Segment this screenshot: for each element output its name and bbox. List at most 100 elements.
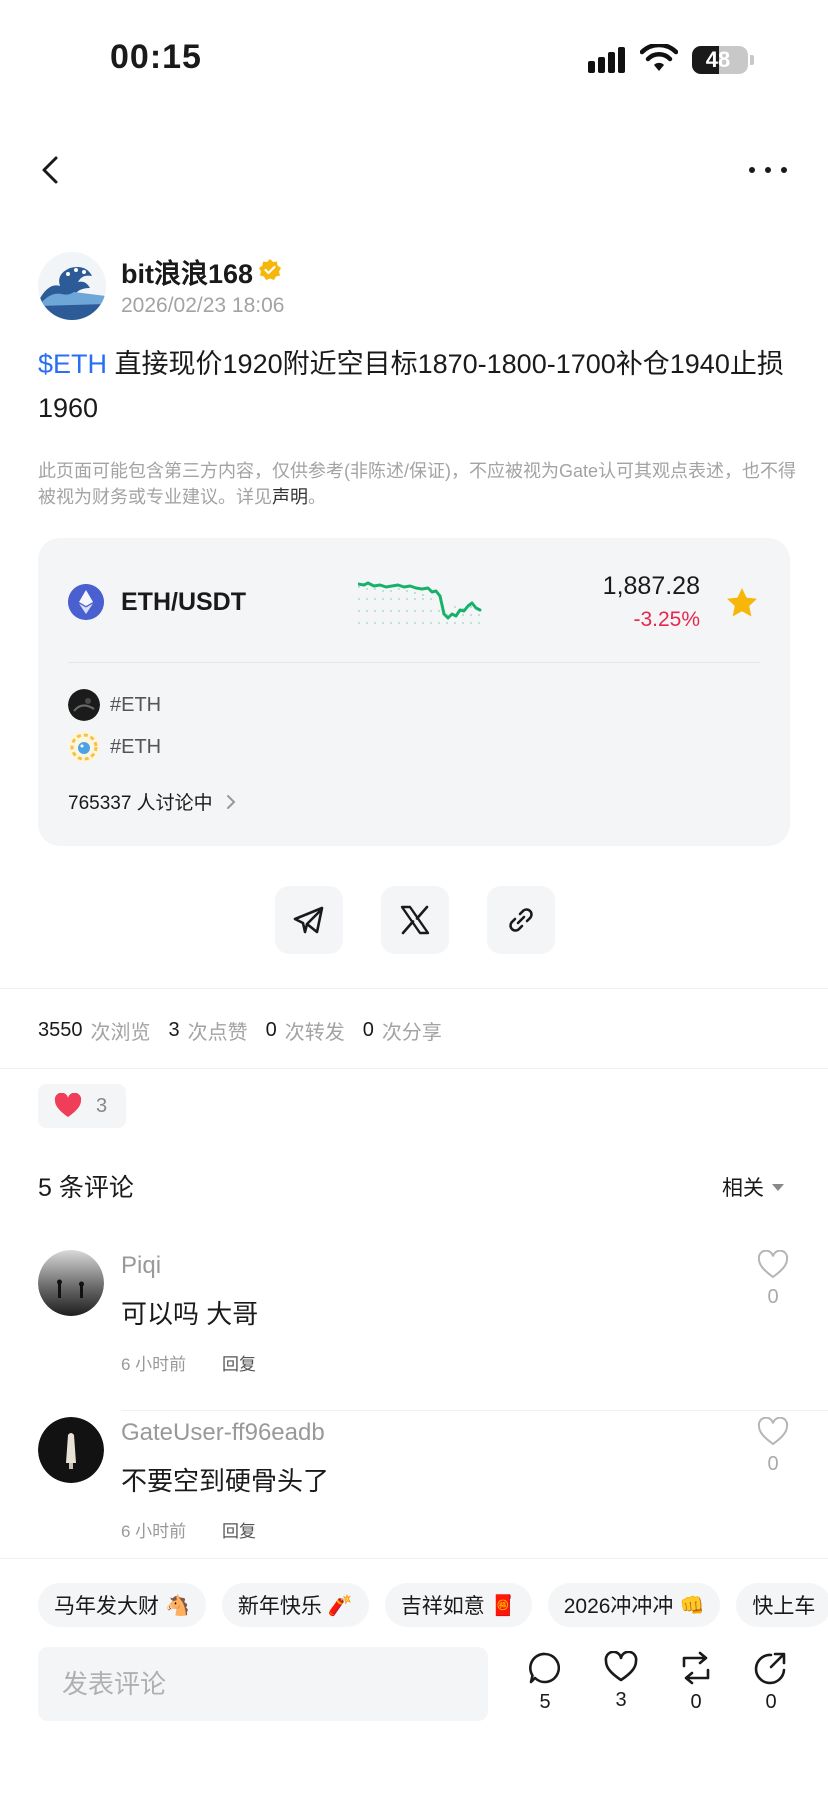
quick-reply-chip[interactable]: 马年发大财 🐴: [38, 1583, 206, 1627]
quick-reply-chip[interactable]: 2026冲冲冲 👊: [547, 1583, 721, 1627]
views-count: 3550: [38, 1019, 83, 1041]
battery-icon: 48: [692, 46, 748, 74]
comment-like-count: 0: [767, 1453, 779, 1475]
heart-reaction-button[interactable]: 3: [38, 1084, 126, 1128]
quick-reply-emoji: 🧧: [490, 1594, 516, 1617]
comment-time: 6 小时前: [121, 1522, 187, 1541]
quick-reply-chip[interactable]: 新年快乐 🧨: [221, 1583, 369, 1627]
post-content: $ETH 直接现价1920附近空目标1870-1800-1700补仓1940止损…: [38, 342, 798, 430]
share-arrow-icon: [754, 1652, 786, 1685]
repost-action-count: 0: [690, 1691, 702, 1713]
pair-name: ETH/USDT: [121, 588, 246, 616]
share-x-button[interactable]: [381, 886, 449, 954]
quick-reply-text: 吉祥如意: [400, 1595, 485, 1618]
shares-count: 0: [362, 1019, 374, 1041]
heart-filled-icon: [54, 1093, 82, 1117]
comment-item: Piqi 可以吗 大哥 6 小时前 回复 0: [0, 1250, 828, 1411]
chevron-right-icon: [226, 794, 236, 809]
comment-divider: [121, 1410, 828, 1411]
topic-tag[interactable]: #ETH: [68, 688, 161, 722]
tag-avatar-dark: [68, 689, 100, 721]
author-name[interactable]: bit浪浪168: [121, 252, 253, 291]
discussion-link[interactable]: 765337 人讨论中: [68, 788, 237, 815]
reply-button[interactable]: 回复: [222, 1350, 256, 1375]
comment-action-count: 5: [539, 1691, 551, 1713]
quick-reply-text: 马年发大财: [54, 1595, 159, 1618]
disclaimer-link[interactable]: 声明: [272, 487, 308, 507]
back-button[interactable]: [36, 150, 66, 190]
repost-icon: [682, 1651, 710, 1685]
disclaimer-end: 。: [308, 487, 326, 507]
comments-title: 5 条评论: [38, 1174, 134, 1202]
tag-avatar-colorful: [68, 731, 100, 763]
heart-outline-icon[interactable]: [757, 1417, 789, 1447]
reaction-count: 3: [96, 1094, 108, 1117]
share-action-count: 0: [765, 1691, 777, 1713]
likes-label: 次点赞: [187, 1022, 248, 1044]
share-telegram-button[interactable]: [275, 886, 343, 954]
bottom-panel: 马年发大财 🐴 新年快乐🧨 吉祥如意🧧 2026冲冲冲👊 快上车 5 3 0 0: [0, 1558, 828, 1800]
price-sparkline: [358, 581, 482, 624]
more-options-button[interactable]: [748, 150, 788, 190]
comment-action-button[interactable]: 5: [520, 1651, 570, 1714]
comment-time: 6 小时前: [121, 1355, 187, 1374]
eth-logo-icon: [68, 584, 104, 620]
reposts-count: 0: [265, 1019, 277, 1041]
commenter-avatar[interactable]: [38, 1250, 104, 1316]
comment-text: 不要空到硬骨头了: [121, 1466, 330, 1496]
commenter-avatar[interactable]: [38, 1417, 104, 1483]
post-body: 直接现价1920附近空目标1870-1800-1700补仓1940止损1960: [38, 349, 784, 423]
comment-bubble-icon: [529, 1652, 561, 1684]
more-dots-icon: [749, 167, 787, 173]
quick-reply-text: 快上车: [752, 1595, 816, 1618]
wave-avatar-image: [38, 252, 106, 320]
cellular-signal-icon: [588, 45, 628, 73]
battery-tip: [750, 55, 754, 65]
telegram-icon: [293, 906, 324, 934]
reply-button[interactable]: 回复: [222, 1517, 256, 1542]
sort-dropdown[interactable]: 相关: [722, 1172, 784, 1202]
repost-action-button[interactable]: 0: [671, 1651, 721, 1714]
copy-link-button[interactable]: [487, 886, 555, 954]
share-row: [275, 886, 555, 954]
discussion-count: 765337 人讨论中: [68, 793, 213, 814]
post-date: 2026/02/23 18:06: [121, 294, 285, 317]
heart-outline-icon[interactable]: [757, 1250, 789, 1280]
topic-tag[interactable]: #ETH: [68, 730, 161, 764]
chevron-left-icon: [42, 156, 58, 184]
quick-reply-emoji: 🧨: [327, 1594, 353, 1617]
comment-input[interactable]: [38, 1647, 488, 1721]
comment-item: GateUser-ff96eadb 不要空到硬骨头了 6 小时前 回复 0: [0, 1417, 828, 1567]
quick-reply-chip[interactable]: 吉祥如意 🧧: [384, 1583, 532, 1627]
author-avatar[interactable]: [38, 252, 106, 320]
quick-reply-row: 马年发大财 🐴 新年快乐 🧨 吉祥如意 🧧 2026冲冲冲 👊 快上车: [38, 1583, 828, 1627]
comment-text: 可以吗 大哥: [121, 1299, 259, 1329]
disclaimer-text: 此页面可能包含第三方内容，仅供参考(非陈述/保证)，不应被视为Gate认可其观点…: [38, 461, 797, 507]
views-label: 次浏览: [90, 1022, 151, 1044]
pair-price: 1,887.28: [602, 572, 700, 600]
market-card[interactable]: ETH/USDT 1,887.28 -3.25% #ETH #ETH 76533…: [38, 538, 790, 846]
ticker-link[interactable]: $ETH: [38, 349, 107, 379]
status-bar: 00:15 48: [0, 0, 828, 120]
status-time: 00:15: [110, 38, 202, 76]
favorite-star-icon[interactable]: [725, 586, 759, 620]
pair-change: -3.25%: [633, 608, 700, 631]
quick-reply-emoji: 👊: [679, 1594, 705, 1617]
commenter-name[interactable]: GateUser-ff96eadb: [121, 1419, 325, 1447]
reposts-label: 次转发: [284, 1022, 345, 1044]
quick-reply-text: 2026冲冲冲: [563, 1595, 674, 1618]
card-divider: [68, 662, 760, 663]
like-action-button[interactable]: 3: [596, 1651, 646, 1712]
commenter-name[interactable]: Piqi: [121, 1252, 161, 1280]
shares-label: 次分享: [381, 1022, 442, 1044]
quick-reply-emoji: 🐴: [165, 1594, 190, 1617]
heart-outline-icon: [604, 1651, 638, 1682]
verified-badge-icon: [259, 259, 281, 280]
share-action-button[interactable]: 0: [746, 1651, 796, 1714]
section-divider: [0, 988, 828, 989]
quick-reply-chip[interactable]: 快上车: [736, 1583, 828, 1627]
section-divider: [0, 1068, 828, 1069]
caret-down-icon: [772, 1183, 784, 1191]
like-action-count: 3: [615, 1689, 627, 1711]
wifi-icon: [640, 44, 678, 71]
